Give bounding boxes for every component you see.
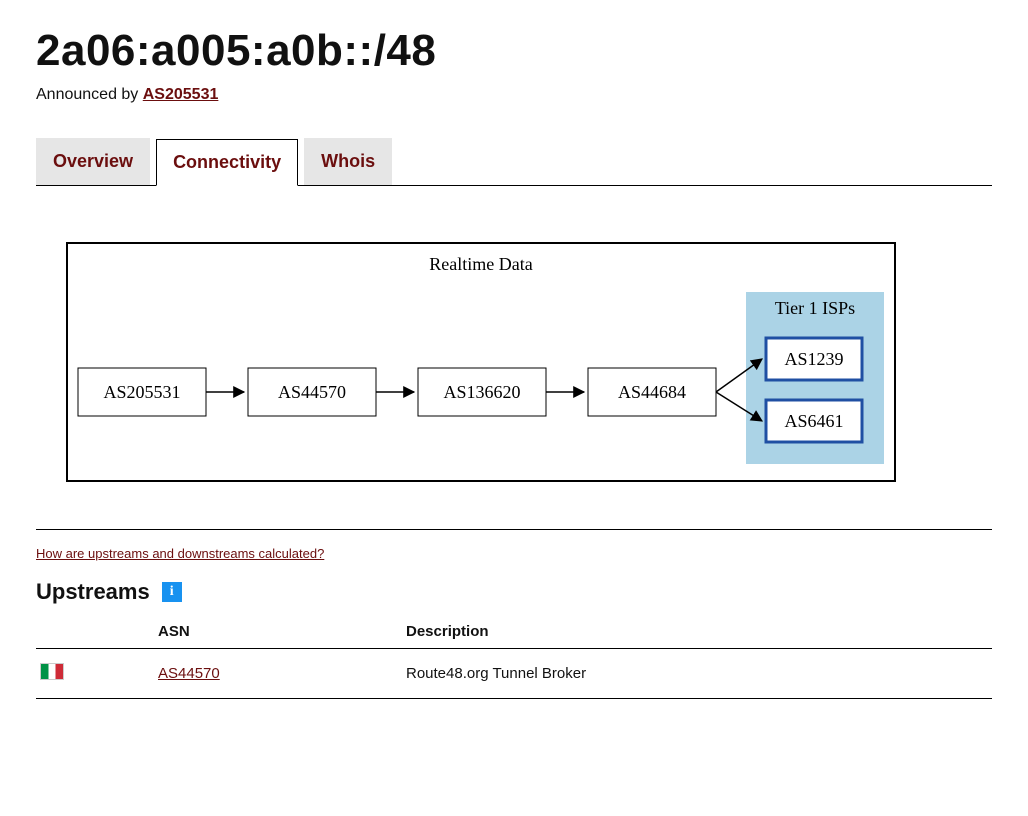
table-row: AS44570 Route48.org Tunnel Broker	[36, 649, 992, 699]
divider-top	[36, 529, 992, 530]
as-node-label: AS44684	[618, 382, 686, 402]
announced-by: Announced by AS205531	[36, 86, 992, 104]
tab-overview[interactable]: Overview	[36, 138, 150, 185]
tabs: Overview Connectivity Whois	[36, 138, 992, 186]
upstreams-table: ASN Description AS44570 Route48.org Tunne…	[36, 615, 992, 699]
info-icon[interactable]: i	[162, 582, 182, 602]
tier1-node-label: AS1239	[784, 349, 843, 369]
flag-italy-icon	[40, 663, 64, 680]
description-cell: Route48.org Tunnel Broker	[402, 649, 992, 699]
page-root: 2a06:a005:a0b::/48 Announced by AS205531…	[0, 0, 1028, 739]
connectivity-diagram-wrap: Realtime Data Tier 1 ISPs AS205531 AS4457…	[36, 186, 992, 517]
col-flag	[36, 615, 154, 649]
as-node-label: AS136620	[443, 382, 520, 402]
diagram-title-text: Realtime Data	[429, 254, 532, 274]
tier1-node-label: AS6461	[784, 411, 843, 431]
connectivity-diagram: Realtime Data Tier 1 ISPs AS205531 AS4457…	[66, 242, 896, 482]
tab-whois[interactable]: Whois	[304, 138, 392, 185]
asn-cell: AS44570	[154, 649, 402, 699]
tab-connectivity[interactable]: Connectivity	[156, 139, 298, 186]
as-node-label: AS205531	[103, 382, 180, 402]
announced-label: Announced by	[36, 86, 143, 103]
flag-cell	[36, 649, 154, 699]
asn-link[interactable]: AS44570	[158, 665, 220, 682]
upstreams-heading: Upstreams	[36, 579, 150, 605]
tier1-label-text: Tier 1 ISPs	[775, 298, 855, 318]
page-title: 2a06:a005:a0b::/48	[36, 26, 992, 76]
as-node-label: AS44570	[278, 382, 346, 402]
col-description: Description	[402, 615, 992, 649]
announced-asn-link[interactable]: AS205531	[143, 86, 219, 103]
calc-method-link[interactable]: How are upstreams and downstreams calcul…	[36, 546, 324, 561]
col-asn: ASN	[154, 615, 402, 649]
upstreams-head: Upstreams i	[36, 579, 992, 605]
